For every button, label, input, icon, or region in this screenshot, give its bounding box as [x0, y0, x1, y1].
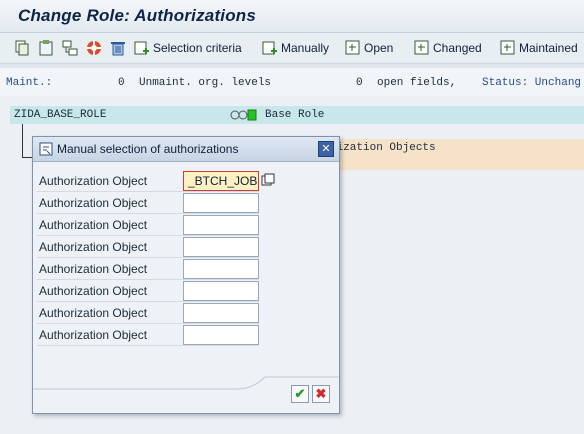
auth-object-field[interactable]	[183, 259, 259, 279]
auth-object-row: Authorization Object	[37, 259, 259, 280]
hierarchy-icon[interactable]	[62, 40, 78, 56]
auth-object-label: Authorization Object	[39, 284, 148, 298]
application-toolbar: Selection criteria Manually Open Changed…	[0, 33, 584, 64]
expand-maintained-icon	[500, 40, 515, 55]
auth-object-row: Authorization Object	[37, 281, 259, 302]
dialog-icon	[39, 142, 53, 159]
auth-object-field[interactable]	[183, 237, 259, 257]
object-class-row[interactable]: rization Objects	[330, 139, 584, 156]
manual-selection-dialog: Manual selection of authorizations ✕ Aut…	[32, 136, 340, 414]
status-label: Status: Unchang	[482, 77, 582, 89]
changed-label: Changed	[433, 41, 482, 55]
add-criteria-icon	[134, 41, 149, 55]
auth-object-row: Authorization Object	[37, 237, 259, 258]
auth-object-field[interactable]: _BTCH_JOB	[183, 171, 259, 191]
manually-label: Manually	[281, 41, 330, 55]
maint-label: Maint.:	[6, 77, 53, 89]
auth-object-field[interactable]	[183, 325, 259, 345]
auth-object-label: Authorization Object	[39, 328, 148, 342]
auth-object-row: Authorization Object	[37, 325, 259, 346]
auth-object-label: Authorization Object	[39, 262, 148, 276]
open-label: Open	[364, 41, 394, 55]
auth-object-label: Authorization Object	[39, 218, 148, 232]
auth-object-label: Authorization Object	[39, 174, 148, 188]
status-lights-icon	[230, 109, 258, 124]
auth-object-field[interactable]	[183, 193, 259, 213]
copy-icon[interactable]	[14, 40, 30, 56]
maint-count: 0	[118, 77, 125, 89]
role-description: Base Role	[265, 109, 325, 121]
page-title: Change Role: Authorizations	[18, 6, 257, 25]
selection-criteria-button[interactable]: Selection criteria	[134, 39, 242, 57]
lifebuoy-icon[interactable]	[86, 40, 102, 56]
status-line: Maint.: 0 Unmaint. org. levels 0 open fi…	[0, 68, 584, 96]
open-count: 0	[356, 77, 363, 89]
auth-object-field[interactable]	[183, 281, 259, 301]
auth-object-row: Authorization Object	[37, 303, 259, 324]
auth-object-field[interactable]	[183, 215, 259, 235]
expand-icon	[345, 40, 360, 55]
object-class-text: rization Objects	[330, 142, 436, 154]
auth-object-label: Authorization Object	[39, 196, 148, 210]
role-name: ZIDA_BASE_ROLE	[14, 109, 107, 121]
close-icon[interactable]: ✕	[318, 141, 334, 157]
auth-object-value: _BTCH_JOB	[188, 174, 258, 188]
cancel-button[interactable]: ✖	[312, 385, 330, 403]
paste-icon[interactable]	[38, 40, 54, 56]
auth-object-row: Authorization Object	[37, 215, 259, 236]
open-fields-label: open fields,	[377, 77, 457, 89]
tree-connector	[22, 124, 23, 158]
maintained-button[interactable]: Maintained	[500, 39, 578, 57]
object-class-row-2[interactable]	[330, 156, 584, 170]
manually-button[interactable]: Manually	[262, 39, 329, 57]
maintained-label: Maintained	[519, 41, 578, 55]
auth-object-label: Authorization Object	[39, 240, 148, 254]
auth-object-field[interactable]	[183, 303, 259, 323]
auth-object-row: Authorization Object _BTCH_JOB	[37, 171, 259, 192]
window-title-bar: Change Role: Authorizations	[0, 0, 584, 33]
changed-button[interactable]: Changed	[414, 39, 482, 57]
selection-criteria-label: Selection criteria	[153, 41, 242, 55]
unmaint-label: Unmaint. org. levels	[139, 77, 272, 89]
role-row[interactable]: ZIDA_BASE_ROLE Base Role	[10, 106, 584, 124]
dialog-title-bar: Manual selection of authorizations ✕	[33, 137, 339, 162]
open-button[interactable]: Open	[345, 39, 393, 57]
auth-object-row: Authorization Object	[37, 193, 259, 214]
delete-icon[interactable]	[110, 40, 126, 56]
auth-object-label: Authorization Object	[39, 306, 148, 320]
dialog-title: Manual selection of authorizations	[57, 142, 239, 156]
add-manual-icon	[262, 41, 277, 55]
value-help-icon[interactable]	[261, 173, 275, 190]
expand-changed-icon	[414, 40, 429, 55]
confirm-button[interactable]: ✔	[291, 385, 309, 403]
